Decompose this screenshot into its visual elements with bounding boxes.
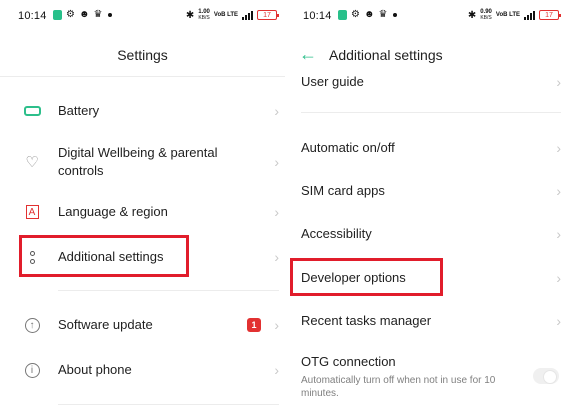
status-bar: 10:14 ⚙ ☻ ♛ ✱ 0.90 KB/S VoB LTE 17 [285, 8, 567, 26]
additional-item-accessibility[interactable]: Accessibility › [285, 223, 567, 245]
page-title: Settings [117, 47, 168, 63]
more-notifications-dot [393, 13, 398, 17]
settings-item-label: Language & region [58, 204, 168, 219]
chevron-right-icon: › [274, 154, 279, 170]
status-time: 10:14 [303, 10, 332, 22]
gear-icon: ⚙ [351, 9, 360, 20]
additional-item-label: Recent tasks manager [301, 313, 432, 328]
signal-icon [242, 10, 253, 20]
update-badge: 1 [247, 318, 261, 332]
game-icon: ☻ [78, 9, 90, 20]
signal-icon [524, 10, 535, 20]
additional-item-recent-tasks[interactable]: Recent tasks manager › [285, 310, 567, 332]
chevron-right-icon: › [556, 226, 561, 242]
chevron-right-icon: › [556, 313, 561, 329]
chevron-right-icon: › [274, 249, 279, 265]
network-type: VoB LTE [213, 12, 238, 18]
otg-toggle[interactable] [533, 368, 559, 384]
update-icon: ↑ [22, 317, 42, 333]
status-time: 10:14 [18, 10, 47, 22]
additional-item-label: SIM card apps [301, 183, 385, 198]
battery-status-icon: 17 [257, 10, 279, 20]
chevron-right-icon: › [556, 183, 561, 199]
app-notification-icon [53, 10, 62, 20]
network-speed: 0.90 KB/S [480, 9, 492, 21]
speed-unit: KB/S [480, 15, 492, 21]
additional-item-otg-connection: OTG connection [285, 352, 567, 372]
info-icon: i [22, 362, 42, 378]
chevron-right-icon: › [556, 74, 561, 90]
highlight-box [290, 258, 443, 296]
header-divider [0, 76, 285, 77]
bluetooth-icon: ✱ [185, 9, 195, 21]
chevron-right-icon: › [556, 270, 561, 286]
settings-item-label: About phone [58, 362, 132, 377]
settings-item-label: Battery [58, 103, 100, 118]
notification-icons: ⚙ ☻ ♛ [338, 9, 398, 20]
more-notifications-dot [108, 13, 113, 17]
highlight-box [19, 235, 189, 277]
network-speed: 1.00 KB/S [198, 9, 210, 21]
settings-item-label: Software update [58, 317, 153, 332]
settings-item-language[interactable]: A Language & region › [0, 201, 285, 223]
crown-icon: ♛ [378, 9, 388, 20]
screens-container: 10:14 ⚙ ☻ ♛ ✱ 1.00 KB/S VoB LTE 17 Setti… [0, 0, 567, 417]
settings-item-software-update[interactable]: ↑ Software update 1 › [0, 314, 285, 336]
status-bar: 10:14 ⚙ ☻ ♛ ✱ 1.00 KB/S VoB LTE 17 [0, 8, 285, 26]
back-arrow-icon[interactable]: ← [299, 44, 317, 65]
page-title: Additional settings [329, 47, 443, 63]
section-divider [58, 290, 279, 291]
otg-description: Automatically turn off when not in use f… [301, 375, 496, 399]
chevron-right-icon: › [556, 140, 561, 156]
notification-icons: ⚙ ☻ ♛ [53, 9, 113, 20]
additional-item-automatic-onoff[interactable]: Automatic on/off › [285, 137, 567, 159]
additional-item-label: Accessibility [301, 226, 372, 241]
system-status-icons: ✱ 1.00 KB/S VoB LTE 17 [185, 9, 279, 21]
bluetooth-icon: ✱ [467, 9, 477, 21]
gear-icon: ⚙ [66, 9, 75, 20]
additional-item-sim-card-apps[interactable]: SIM card apps › [285, 180, 567, 202]
speed-unit: KB/S [198, 15, 210, 21]
wellbeing-icon: ♡ [25, 154, 39, 171]
game-icon: ☻ [363, 9, 375, 20]
settings-item-label: Digital Wellbeing & parental controls [58, 145, 218, 178]
settings-item-battery[interactable]: Battery › [0, 100, 285, 122]
battery-icon [22, 106, 42, 116]
system-status-icons: ✱ 0.90 KB/S VoB LTE 17 [467, 9, 561, 21]
bottom-divider [58, 404, 279, 405]
crown-icon: ♛ [93, 9, 103, 20]
additional-item-label: User guide [301, 74, 364, 89]
section-divider [301, 112, 561, 113]
additional-item-label: OTG connection [301, 354, 396, 369]
chevron-right-icon: › [274, 204, 279, 220]
settings-item-digital-wellbeing[interactable]: ♡ Digital Wellbeing & parental controls … [0, 143, 285, 181]
network-type: VoB LTE [495, 12, 520, 18]
additional-item-label: Automatic on/off [301, 140, 395, 155]
app-notification-icon [338, 10, 347, 20]
chevron-right-icon: › [274, 103, 279, 119]
chevron-right-icon: › [274, 362, 279, 378]
settings-screen: 10:14 ⚙ ☻ ♛ ✱ 1.00 KB/S VoB LTE 17 Setti… [0, 0, 285, 417]
battery-status-icon: 17 [539, 10, 561, 20]
additional-item-user-guide[interactable]: User guide › [285, 72, 567, 92]
chevron-right-icon: › [274, 317, 279, 333]
additional-settings-screen: 10:14 ⚙ ☻ ♛ ✱ 0.90 KB/S VoB LTE 17 ← Add… [285, 0, 567, 417]
settings-item-about-phone[interactable]: i About phone › [0, 359, 285, 381]
language-icon: A [22, 205, 42, 219]
